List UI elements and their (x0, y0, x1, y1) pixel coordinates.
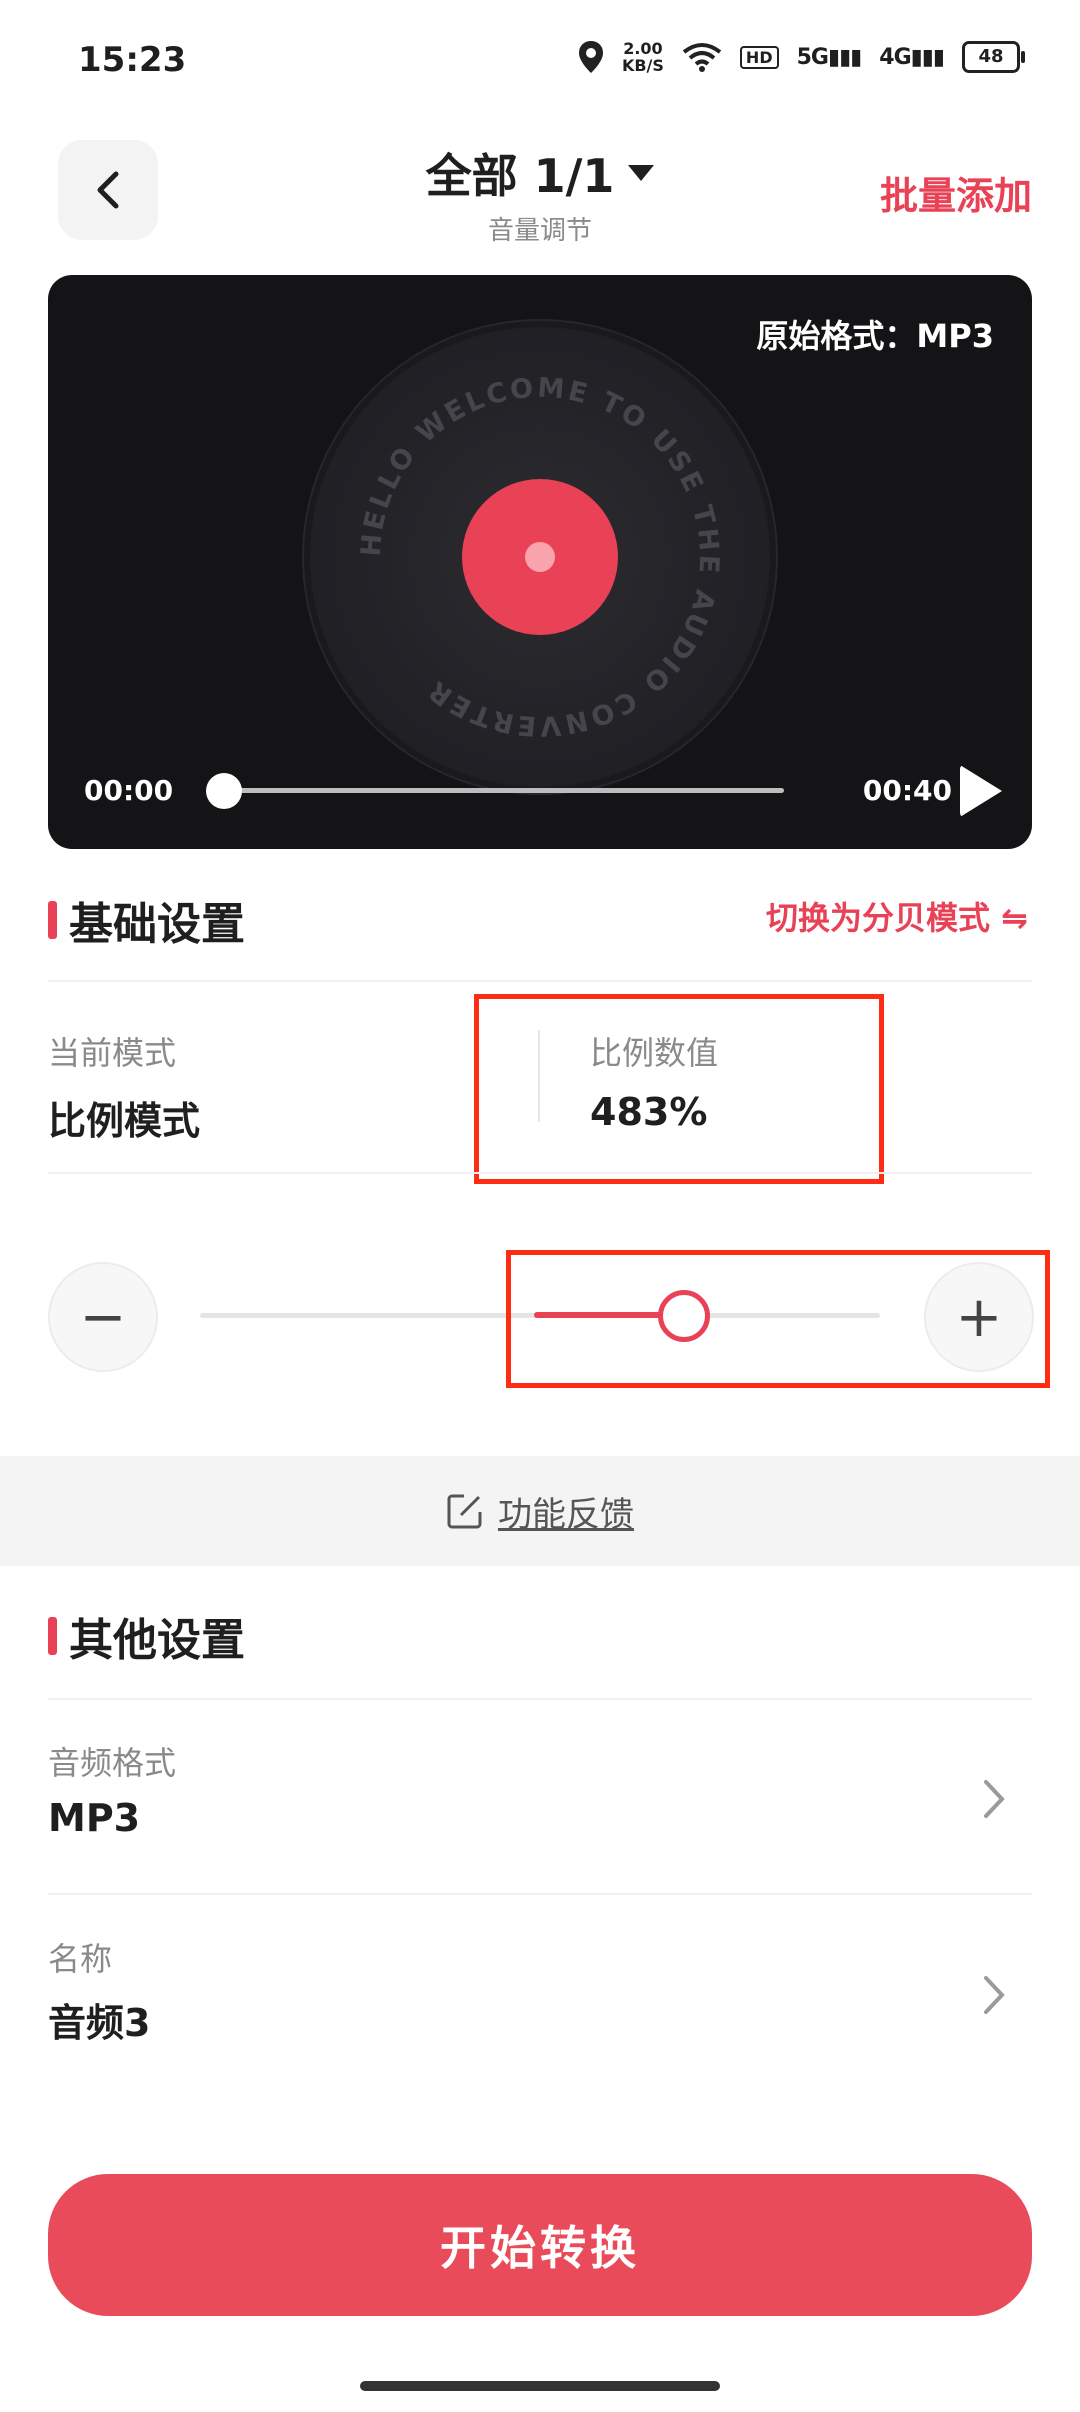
net-speed-value: 2.00 (623, 39, 663, 58)
status-icons: 2.00 KB/S HD 5G▮▮▮ 4G▮▮▮ 48 (578, 40, 1025, 74)
hd-badge: HD (739, 45, 779, 69)
net-speed-unit: KB/S (621, 56, 664, 75)
divider (48, 980, 1032, 982)
page-title: 全部 1/1 (425, 149, 615, 203)
signal-4g-label: 4G (879, 44, 911, 70)
row-value: MP3 (48, 1796, 141, 1840)
name-row[interactable]: 名称 音频3 (48, 1934, 1032, 2047)
battery-icon: 48 (962, 41, 1025, 73)
divider (48, 1172, 1032, 1174)
original-format-label: 原始格式：MP3 (756, 317, 994, 355)
net-speed: 2.00 KB/S (622, 40, 664, 74)
minus-icon: − (79, 1284, 127, 1350)
total-time: 00:40 (862, 774, 952, 807)
chevron-right-icon (984, 1976, 1005, 2014)
feedback-link[interactable]: 功能反馈 (498, 1487, 634, 1536)
progress-knob[interactable] (206, 773, 242, 809)
row-label: 音频格式 (48, 1744, 177, 1782)
caret-down-icon (628, 165, 655, 181)
vinyl-disc: HELLO WELCOME TO USE THE AUDIO CONVERTER (310, 327, 770, 787)
signal-4g-icon: 4G▮▮▮ (879, 44, 945, 70)
chevron-right-icon (984, 1780, 1005, 1818)
other-settings-header: 其他设置 (48, 1604, 245, 1668)
disc-label (462, 479, 618, 635)
batch-add-button[interactable]: 批量添加 (880, 165, 1032, 220)
basic-settings-title: 基础设置 (69, 899, 245, 950)
feedback-bar[interactable]: 功能反馈 (0, 1456, 1080, 1566)
status-time: 15:23 (78, 40, 187, 80)
play-icon[interactable] (960, 765, 1002, 817)
location-icon (578, 41, 603, 73)
disc-hole (525, 542, 555, 572)
section-accent-bar (48, 901, 57, 939)
wifi-icon (682, 43, 722, 72)
audio-format-row[interactable]: 音频格式 MP3 (48, 1738, 1032, 1840)
signal-5g-label: 5G (796, 44, 829, 70)
divider (48, 1893, 1032, 1895)
current-mode-value: 比例模式 (48, 1099, 201, 1143)
switch-db-mode-button[interactable]: 切换为分贝模式 ⇋ (766, 893, 1028, 939)
file-selector[interactable]: 全部 1/1 (426, 140, 655, 206)
current-mode: 当前模式 比例模式 (48, 1028, 200, 1145)
divider (48, 1698, 1032, 1700)
other-settings-title: 其他设置 (69, 1615, 245, 1666)
audio-player: 原始格式：MP3 HELLO WELCOME TO USE THE AUDIO … (48, 275, 1032, 849)
row-label: 名称 (48, 1940, 113, 1978)
decrease-button[interactable]: − (48, 1262, 158, 1372)
row-value: 音频3 (48, 2001, 151, 2045)
start-convert-button[interactable]: 开始转换 (48, 2174, 1032, 2316)
section-accent-bar (48, 1617, 57, 1655)
current-mode-label: 当前模式 (48, 1034, 177, 1072)
progress-track[interactable] (226, 788, 784, 793)
home-indicator[interactable] (360, 2381, 720, 2391)
highlight-box-ratio (474, 994, 884, 1184)
basic-settings-header: 基础设置 (48, 888, 245, 952)
edit-icon (447, 1494, 482, 1529)
signal-5g-icon: 5G▮▮▮ (796, 44, 863, 70)
current-time: 00:00 (84, 774, 174, 807)
highlight-box-slider (506, 1250, 1050, 1388)
